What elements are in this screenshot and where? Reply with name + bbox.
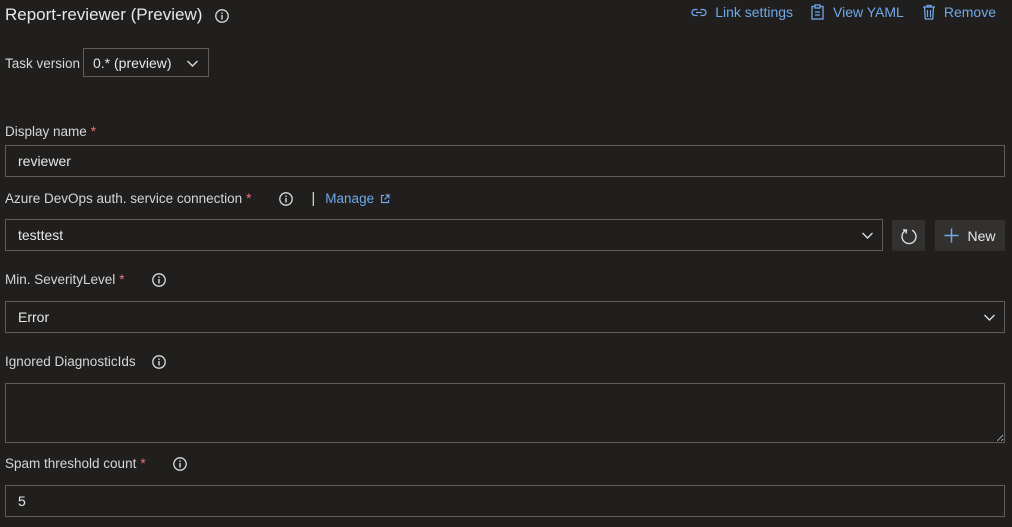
task-version-value: 0.* (preview) bbox=[93, 54, 172, 71]
info-icon[interactable] bbox=[215, 8, 230, 23]
display-name-input[interactable]: reviewer bbox=[5, 145, 1005, 177]
remove-label: Remove bbox=[943, 4, 996, 20]
service-connection-label: Azure DevOps auth. service connection bbox=[5, 191, 243, 206]
view-yaml-button[interactable]: View YAML bbox=[811, 4, 904, 20]
info-icon[interactable] bbox=[151, 354, 166, 369]
display-name-value: reviewer bbox=[18, 153, 71, 169]
severity-label: Min. SeverityLevel bbox=[5, 272, 116, 287]
new-button-label: New bbox=[967, 227, 996, 244]
required-marker: * bbox=[140, 456, 146, 471]
info-icon[interactable] bbox=[172, 456, 187, 471]
task-title-text: Report-reviewer (Preview) bbox=[5, 5, 203, 24]
spam-threshold-input[interactable]: 5 bbox=[5, 485, 1005, 517]
required-marker: * bbox=[246, 191, 252, 206]
spam-threshold-value: 5 bbox=[18, 493, 26, 509]
external-link-icon bbox=[380, 193, 390, 203]
clipboard-icon bbox=[811, 4, 824, 20]
service-connection-label-row: Azure DevOps auth. service connection * … bbox=[5, 190, 390, 207]
info-icon[interactable] bbox=[151, 272, 166, 287]
refresh-icon bbox=[900, 228, 917, 244]
ignored-ids-label: Ignored DiagnosticIds bbox=[5, 354, 136, 369]
required-marker: * bbox=[119, 272, 125, 287]
link-settings-label: Link settings bbox=[715, 4, 794, 20]
manage-link[interactable]: Manage bbox=[325, 191, 390, 206]
spam-threshold-label: Spam threshold count bbox=[5, 456, 137, 471]
chevron-down-icon bbox=[862, 232, 873, 239]
chevron-down-icon bbox=[984, 314, 995, 321]
link-settings-button[interactable]: Link settings bbox=[691, 4, 793, 20]
display-name-label: Display name * bbox=[5, 124, 97, 139]
severity-value: Error bbox=[18, 309, 50, 325]
severity-label-row: Min. SeverityLevel * bbox=[5, 272, 166, 287]
task-version-dropdown[interactable]: 0.* (preview) bbox=[83, 48, 209, 77]
separator: | bbox=[311, 190, 316, 207]
task-version-label: Task version bbox=[5, 56, 81, 71]
chevron-down-icon bbox=[187, 60, 198, 67]
new-connection-button[interactable]: New bbox=[935, 220, 1005, 251]
plus-icon bbox=[944, 228, 959, 243]
remove-button[interactable]: Remove bbox=[922, 4, 996, 20]
link-icon bbox=[691, 8, 707, 17]
ignored-ids-textarea[interactable] bbox=[5, 383, 1005, 443]
severity-dropdown[interactable]: Error bbox=[5, 301, 1005, 333]
view-yaml-label: View YAML bbox=[833, 4, 904, 20]
required-marker: * bbox=[90, 124, 97, 139]
spam-threshold-label-row: Spam threshold count * bbox=[5, 456, 187, 471]
info-icon[interactable] bbox=[279, 191, 294, 206]
trash-icon bbox=[922, 4, 935, 20]
task-title: Report-reviewer (Preview) bbox=[5, 5, 230, 25]
refresh-button[interactable] bbox=[892, 220, 925, 251]
service-connection-value: testtest bbox=[18, 227, 64, 243]
service-connection-dropdown[interactable]: testtest bbox=[5, 219, 883, 251]
ignored-ids-label-row: Ignored DiagnosticIds bbox=[5, 354, 166, 369]
task-toolbar: Link settings View YAML Remove bbox=[673, 4, 996, 20]
